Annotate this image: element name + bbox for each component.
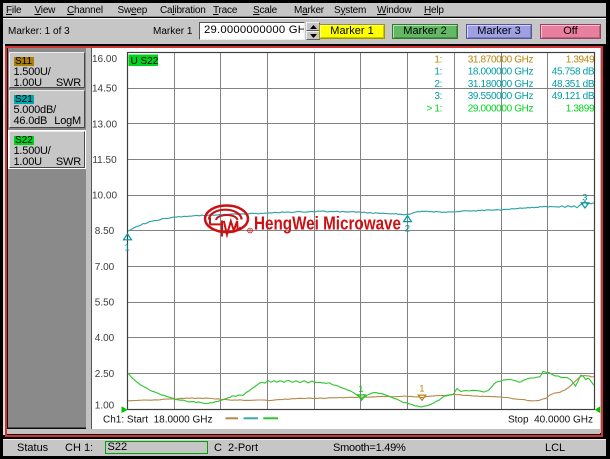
svg-text:14.50: 14.50 [92, 84, 117, 95]
svg-text:2.50: 2.50 [95, 369, 115, 380]
svg-text:16.00: 16.00 [92, 54, 117, 65]
svg-text:5.50: 5.50 [95, 298, 115, 309]
svg-text:45.758 dB: 45.758 dB [552, 67, 595, 78]
svg-text:1.00: 1.00 [95, 401, 115, 412]
svg-text:1: 1 [125, 243, 130, 254]
svg-text:2: 2 [405, 224, 410, 235]
svg-text:49.121 dB: 49.121 dB [552, 91, 595, 102]
svg-text:11.50: 11.50 [92, 155, 117, 166]
svg-text:1.3949: 1.3949 [566, 54, 595, 65]
svg-text:1:: 1: [434, 67, 442, 78]
svg-text:18.000000 GHz: 18.000000 GHz [468, 67, 534, 78]
svg-text:Ch1: Start 18.0000 GHz: Ch1: Start 18.0000 GHz [103, 415, 213, 426]
svg-text:39.550000 GHz: 39.550000 GHz [468, 91, 534, 102]
svg-text:1:: 1: [434, 54, 442, 65]
svg-text:8.50: 8.50 [95, 226, 115, 237]
svg-text:3:: 3: [434, 91, 442, 102]
svg-text:31.180000 GHz: 31.180000 GHz [468, 79, 534, 90]
svg-text:4.00: 4.00 [95, 333, 115, 344]
svg-text:1: 1 [419, 384, 424, 395]
svg-text:U S22: U S22 [131, 56, 159, 67]
svg-text:13.00: 13.00 [92, 119, 117, 130]
svg-text:HengWei Microwave: HengWei Microwave [254, 213, 401, 234]
svg-text:10.00: 10.00 [92, 191, 117, 202]
svg-text:2:: 2: [434, 79, 442, 90]
svg-text:> 1:: > 1: [426, 103, 442, 114]
svg-text:48.351 dB: 48.351 dB [552, 79, 595, 90]
svg-text:1: 1 [358, 384, 363, 395]
svg-text:7.00: 7.00 [95, 262, 115, 273]
svg-text:29.000000 GHz: 29.000000 GHz [468, 103, 534, 114]
svg-text:3: 3 [582, 193, 587, 204]
svg-text:31.870000 GHz: 31.870000 GHz [468, 54, 534, 65]
svg-text:Stop 40.0000 GHz: Stop 40.0000 GHz [508, 415, 593, 426]
svg-text:1.3899: 1.3899 [566, 103, 595, 114]
